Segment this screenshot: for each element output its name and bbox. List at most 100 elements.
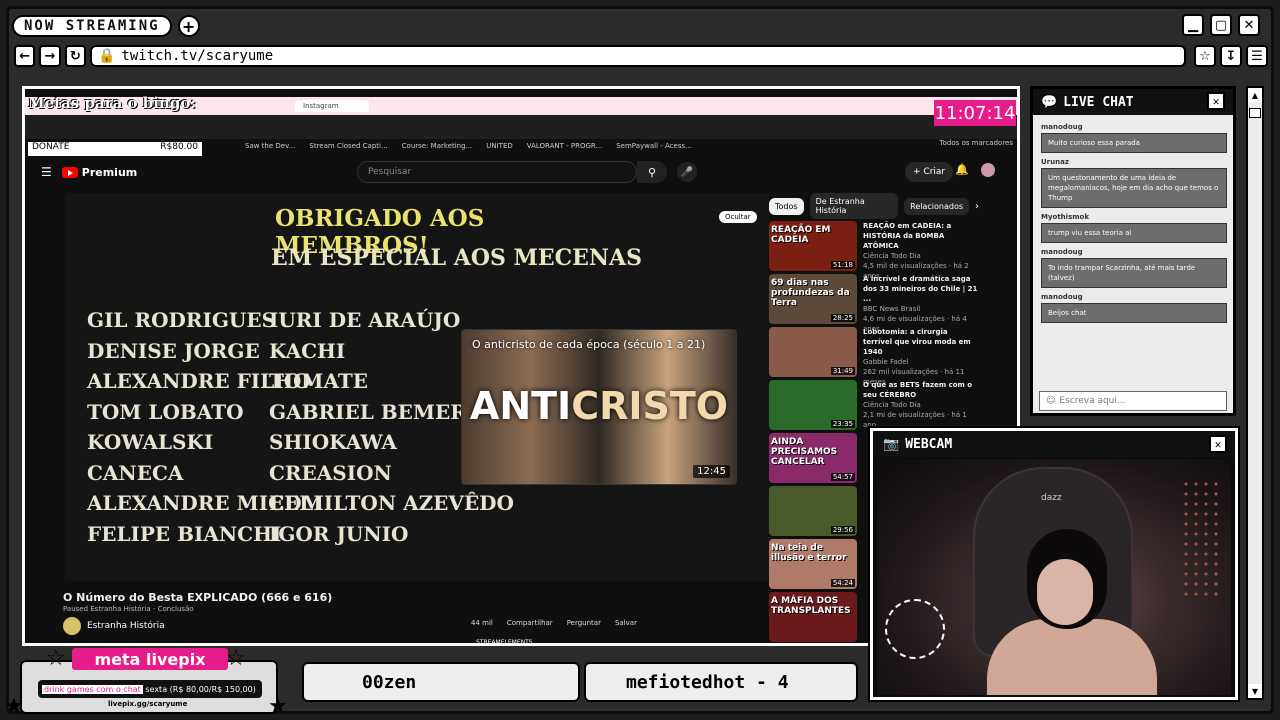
back-button[interactable]: ← [14,45,36,67]
forward-button[interactable]: → [39,45,61,67]
close-icon[interactable]: ✕ [1209,435,1227,453]
chat-username[interactable]: Urunaz [1041,158,1227,168]
video-player[interactable]: OBRIGADO AOS MEMBROS! EM ESPECIAL AOS ME… [65,193,769,581]
star-icon[interactable]: ☆ [1193,45,1216,67]
ask-button[interactable]: Perguntar [567,619,601,627]
recommendation-thumbnail[interactable]: 69 dias nas profundezas da Terra 28:25 [769,274,857,324]
page-scrollbar[interactable]: ▲ ▼ [1246,86,1264,700]
recommendation-channel[interactable]: Gabbie Fadel [863,357,979,367]
recommendation-title[interactable]: REAÇÃO em CADEIA: a HISTÓRIA da BOMBA AT… [863,221,979,251]
emoji-icon[interactable]: ☺ [1046,396,1055,406]
recommendation-meta: 2,1 mi de visualizações · há 1 ano [863,411,967,429]
bookmark-item[interactable]: SemPaywall - Acess... [616,142,692,150]
video-actions: 44 mil Compartilhar Perguntar Salvar [471,619,637,627]
recommendation-channel[interactable]: Ciência Todo Dia [863,400,979,410]
url-bar[interactable]: 🔒 twitch.tv/scaryume [89,45,1186,67]
recommendation-item[interactable]: 69 dias nas profundezas da Terra 28:25 A i… [769,274,979,334]
recommendation-title[interactable]: O que as BETS fazem com o seu CÉREBRO [863,380,979,400]
bookmark-item[interactable]: UNITED [486,142,513,150]
bookmark-item[interactable]: VALORANT - PROGR... [527,142,602,150]
youtube-logo[interactable]: Premium [61,165,138,179]
hamburger-icon[interactable]: ☰ [41,165,52,179]
create-button[interactable]: + Criar [905,162,954,182]
stream-clock: 11:07:14 [934,100,1016,126]
recommendation-info: A incrível e dramática saga dos 33 minei… [863,274,979,334]
youtube-premium-label: Premium [81,165,138,179]
recommendation-thumbnail[interactable]: AINDA PRECISAMOS CANCELAR 54:57 [769,433,857,483]
chat-input[interactable]: ☺ Escreva aqui... [1039,391,1227,411]
recommendation-title[interactable]: Lobotomia: a cirurgia terrível que virou… [863,327,979,357]
tab-instagram[interactable]: Instagram [295,100,369,112]
close-button[interactable]: ✕ [1238,14,1260,36]
bookmark-item[interactable]: Course: Marketing... [402,142,473,150]
youtube-search-input[interactable]: Pesquisar [357,161,637,183]
recommendation-item[interactable]: 23:35 O que as BETS fazem com o seu CÉREB… [769,380,979,430]
chat-message-text: To indo trampar Scarzinha, até mais tard… [1041,258,1227,288]
close-icon[interactable]: ✕ [1207,92,1225,110]
lock-icon: 🔒 [97,48,116,64]
search-icon[interactable]: ⚲ [637,161,667,183]
channel-name[interactable]: Estranha História [87,621,165,631]
recommendation-thumbnail[interactable]: 31:49 [769,327,857,377]
recommendation-channel[interactable]: Ciência Todo Dia [863,251,979,261]
chip-related[interactable]: Relacionados [904,197,969,215]
hide-endcards-button[interactable]: Ocultar [719,211,757,223]
chip-channel[interactable]: De Estranha História [809,193,899,219]
channel-avatar[interactable] [63,617,81,635]
chat-message: manodoug To indo trampar Scarzinha, até m… [1041,248,1227,288]
webcam-header: 📷 WEBCAM ✕ [873,431,1235,457]
star-icon: ☆ [226,646,246,671]
recommendation-thumbnail[interactable]: A MÁFIA DOS TRANSPLANTES [769,592,857,642]
live-chat-panel: 💬 LIVE CHAT ✕ manodoug Muito curioso essa… [1030,86,1236,416]
sparkle-effect [885,599,945,659]
chat-username[interactable]: manodoug [1041,123,1227,133]
bell-icon[interactable]: 🔔 [955,163,969,176]
now-streaming-badge: NOW STREAMING [12,15,172,37]
share-button[interactable]: Compartilhar [507,619,553,627]
livepix-link: livepix.gg/scaryume [108,700,188,708]
bookmark-item[interactable]: Stream Closed Capti... [309,142,387,150]
video-chapter: Paused Estranha História - Conclusão [63,605,194,613]
new-tab-button[interactable]: + [177,15,200,37]
recommendation-info: Lobotomia: a cirurgia terrível que virou… [863,327,979,387]
download-icon[interactable]: ↧ [1219,45,1242,67]
recommendation-thumbnail[interactable]: Na teia de illusão e terror 54:24 [769,539,857,589]
recommendation-item[interactable]: REAÇÃO EM CADEIA 51:18 REAÇÃO em CADEIA: a… [769,221,979,281]
endcard-headline-part1: ANTI [469,384,572,428]
recommendation-item[interactable]: 31:49 Lobotomia: a cirurgia terrível que … [769,327,979,387]
star-icon: ☆ [46,646,66,671]
chat-username[interactable]: manodoug [1041,248,1227,258]
recommendation-thumbnail[interactable]: 23:35 [769,380,857,430]
scroll-up-icon[interactable]: ▲ [1248,88,1262,102]
chip-all[interactable]: Todos [769,197,804,215]
event-ticker-2: mefiotedhot - 4 [584,662,858,702]
recommendation-thumbnail[interactable]: REAÇÃO EM CADEIA 51:18 [769,221,857,271]
thumbnail-text: 69 dias nas profundezas da Terra [771,278,850,308]
bookmark-item[interactable]: Saw the Dev... [245,142,295,150]
like-button[interactable]: 44 mil [471,619,493,627]
chat-username[interactable]: Myothismok [1041,213,1227,223]
maximize-button[interactable]: ▢ [1210,14,1232,36]
endcard-duration: 12:45 [693,465,730,478]
recommendation-title[interactable]: A incrível e dramática saga dos 33 minei… [863,274,979,304]
donate-goal: DONATE R$80.00 [28,142,202,156]
endcard-video[interactable]: O anticristo de cada época (século 1 a 2… [461,329,737,485]
scroll-thumb[interactable] [1249,108,1261,118]
mic-icon[interactable]: 🎤 [677,162,697,182]
chat-message: manodoug Beijos chat [1041,293,1227,323]
refresh-button[interactable]: ↻ [64,45,86,67]
minimize-button[interactable]: ▁ [1182,14,1204,36]
chevron-right-icon[interactable]: › [975,201,979,212]
recommendation-channel[interactable]: BBC News Brasil [863,304,979,314]
save-button[interactable]: Salvar [615,619,637,627]
filter-chips: Todos De Estranha História Relacionados … [769,193,979,219]
all-bookmarks[interactable]: Todos os marcadores [940,139,1014,147]
recommendation-thumbnail[interactable]: 29:56 [769,486,857,536]
scroll-down-icon[interactable]: ▼ [1248,684,1262,698]
livepix-title: meta livepix [72,648,228,670]
chat-username[interactable]: manodoug [1041,293,1227,303]
livepix-goal-amount: (R$ 80,00/R$ 150,00) [169,684,256,694]
menu-icon[interactable]: ☰ [1245,45,1268,67]
bookmarks-bar: Saw the Dev... Stream Closed Capti... Co… [245,139,692,153]
avatar[interactable] [981,163,995,177]
